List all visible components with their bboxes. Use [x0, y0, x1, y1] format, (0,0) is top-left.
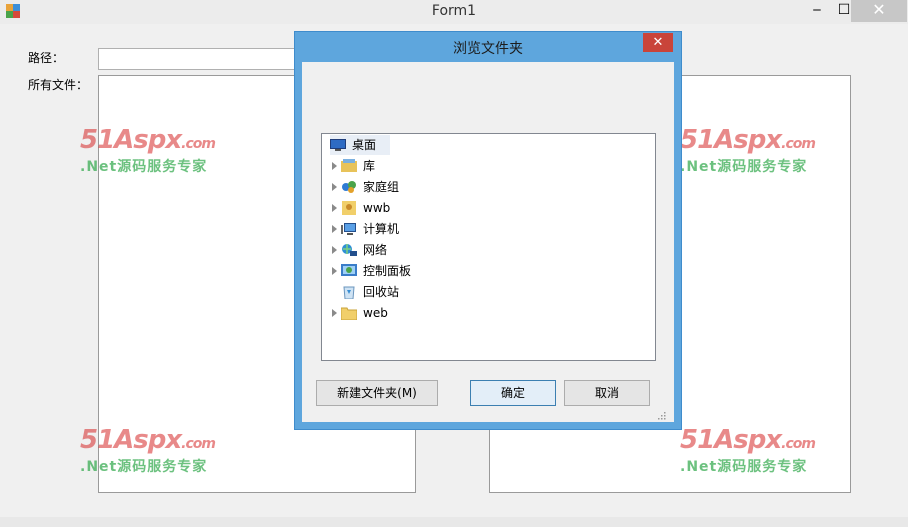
- folder-tree[interactable]: 桌面 库 家庭组 wwb 计算机 网络 控制面板 回收站 web: [321, 133, 656, 361]
- expand-arrow-icon[interactable]: [332, 183, 337, 191]
- cancel-button[interactable]: 取消: [564, 380, 650, 406]
- title-bar: Form1 ‒ ☐ ✕: [0, 0, 908, 24]
- expand-arrow-icon[interactable]: [332, 204, 337, 212]
- expand-arrow-icon[interactable]: [332, 162, 337, 170]
- dialog-body: 桌面 库 家庭组 wwb 计算机 网络 控制面板 回收站 web 新建文件夹(M…: [302, 62, 674, 422]
- expand-arrow-icon[interactable]: [332, 309, 337, 317]
- dialog-close-button[interactable]: ✕: [643, 33, 673, 52]
- expand-arrow-icon[interactable]: [332, 225, 337, 233]
- tree-item-label: wwb: [363, 201, 391, 215]
- tree-item-label: web: [363, 306, 388, 320]
- homegroup-icon: [342, 181, 356, 193]
- user-folder-icon: [342, 201, 356, 215]
- window-title: Form1: [431, 3, 477, 19]
- expand-arrow-icon[interactable]: [332, 267, 337, 275]
- resize-grip-icon[interactable]: [656, 410, 666, 420]
- expand-arrow-icon[interactable]: [332, 246, 337, 254]
- status-strip: [0, 517, 908, 527]
- minimize-button[interactable]: ‒: [805, 0, 829, 22]
- tree-item-label: 回收站: [363, 285, 400, 299]
- new-folder-button[interactable]: 新建文件夹(M): [316, 380, 438, 406]
- browse-folder-dialog: 浏览文件夹 ✕ 桌面 库 家庭组 wwb 计算机 网络 控制面板 回收站 web…: [294, 31, 682, 430]
- library-icon: [341, 159, 357, 172]
- tree-item-label: 网络: [363, 243, 388, 257]
- tree-item-label: 计算机: [363, 222, 400, 236]
- tree-item-label: 控制面板: [363, 264, 412, 278]
- network-icon: [342, 244, 357, 256]
- folder-icon: [341, 307, 357, 320]
- all-files-label: 所有文件：: [28, 78, 89, 92]
- dialog-title: 浏览文件夹: [453, 41, 523, 57]
- close-button[interactable]: ✕: [851, 0, 907, 22]
- tree-item-label: 库: [363, 159, 376, 173]
- path-label: 路径：: [28, 51, 65, 65]
- tree-item-label: 家庭组: [363, 180, 400, 194]
- tree-item-desktop[interactable]: 桌面: [330, 135, 390, 155]
- recycle-bin-icon: [343, 286, 355, 299]
- ok-button[interactable]: 确定: [470, 380, 556, 406]
- control-panel-icon: [341, 264, 357, 276]
- desktop-icon: [330, 139, 346, 151]
- tree-item-label: 桌面: [352, 138, 377, 152]
- computer-icon: [341, 223, 356, 235]
